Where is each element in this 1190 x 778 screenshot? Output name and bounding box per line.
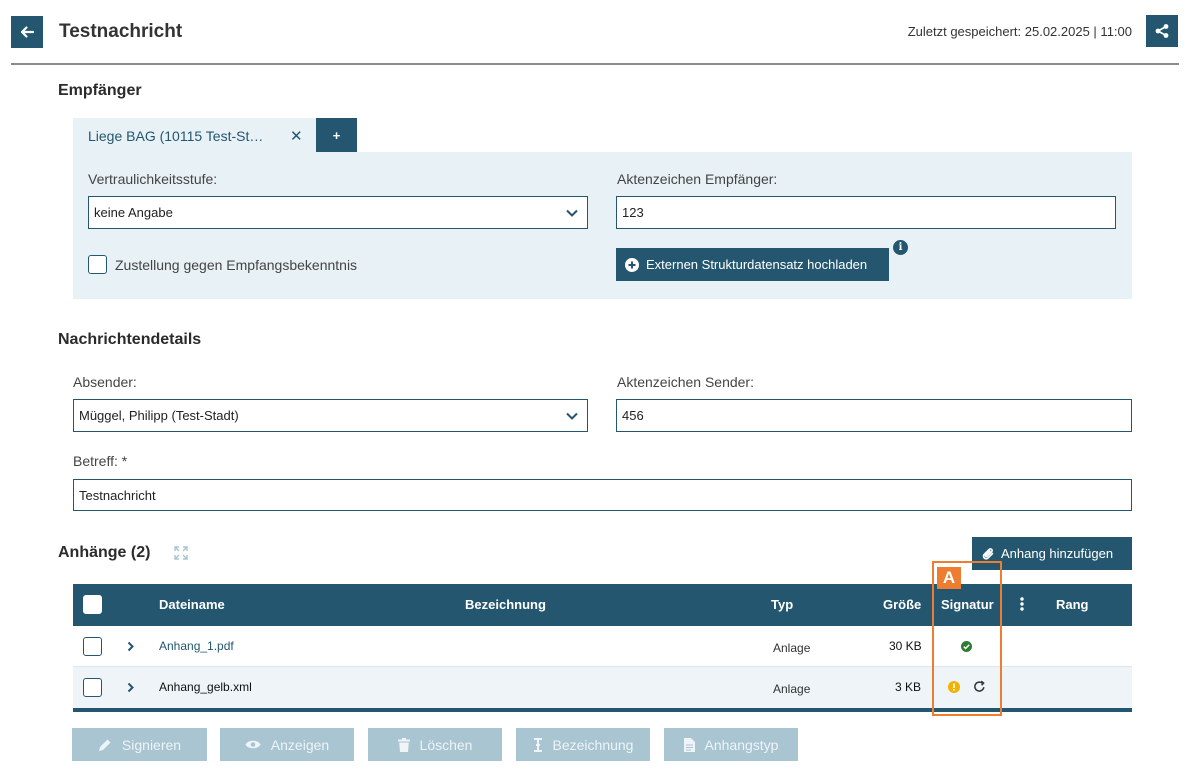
view-button-label: Anzeigen: [270, 736, 330, 753]
chevron-right-icon[interactable]: [127, 682, 135, 693]
attachment-type-button[interactable]: Anhangstyp: [664, 728, 798, 761]
row-checkbox[interactable]: [83, 678, 102, 697]
sender-file-ref-label: Aktenzeichen Sender:: [617, 374, 754, 390]
arrow-left-icon: [20, 26, 35, 38]
confidentiality-value: keine Angabe: [94, 205, 173, 220]
delivery-receipt-label: Zustellung gegen Empfangsbekenntnis: [115, 257, 358, 273]
eye-icon: [245, 740, 261, 749]
header-divider: [11, 63, 1179, 65]
attachment-type: Anlage: [773, 682, 811, 696]
recipient-file-ref-input[interactable]: 123: [616, 196, 1116, 229]
add-attachment-label: Anhang hinzufügen: [1001, 546, 1114, 561]
annotation-tag: A: [937, 567, 961, 589]
add-recipient-button[interactable]: +: [316, 118, 357, 153]
recipients-section-title: Empfänger: [58, 82, 142, 99]
attachment-size: 3 KB: [895, 680, 922, 694]
plus-circle-icon: [625, 257, 639, 272]
column-designation[interactable]: Bezeichnung: [465, 597, 546, 612]
attachments-section-title: Anhänge (2): [58, 544, 151, 561]
recipient-tab-label: Liege BAG (10115 Test-St…: [88, 128, 264, 144]
attachment-filename[interactable]: Anhang_1.pdf: [159, 639, 234, 653]
select-all-checkbox[interactable]: [83, 595, 102, 614]
document-icon: [683, 737, 695, 752]
paperclip-icon: [982, 547, 994, 560]
sign-button[interactable]: Signieren: [72, 728, 207, 761]
sender-value: Müggel, Philipp (Test-Stadt): [79, 408, 239, 423]
delete-button-label: Löschen: [419, 736, 473, 753]
upload-structured-data-button[interactable]: Externen Strukturdatensatz hochladen: [616, 248, 889, 281]
view-button[interactable]: Anzeigen: [220, 728, 354, 761]
column-size[interactable]: Größe: [883, 597, 921, 612]
chevron-right-icon[interactable]: [127, 641, 135, 652]
recipient-file-ref-label: Aktenzeichen Empfänger:: [617, 171, 778, 187]
sender-label: Absender:: [73, 374, 137, 390]
trash-icon: [397, 737, 410, 752]
details-section-title: Nachrichtendetails: [58, 331, 202, 348]
back-button[interactable]: [11, 16, 43, 48]
pencil-icon: [98, 739, 111, 751]
designation-button-label: Bezeichnung: [552, 736, 634, 753]
last-saved-status: Zuletzt gespeichert: 25.02.2025 | 11:00: [907, 24, 1132, 39]
delete-button[interactable]: Löschen: [368, 728, 502, 761]
subject-label: Betreff: *: [73, 453, 128, 469]
page-title: Testnachricht: [59, 21, 183, 42]
sender-file-ref-input[interactable]: 456: [616, 399, 1132, 432]
sign-button-label: Signieren: [121, 736, 182, 753]
kebab-menu-icon[interactable]: [1020, 597, 1024, 611]
subject-input[interactable]: Testnachricht: [73, 479, 1132, 511]
delivery-receipt-checkbox[interactable]: [88, 255, 107, 274]
attachment-size: 30 KB: [889, 639, 922, 653]
column-filename[interactable]: Dateiname: [159, 597, 225, 612]
column-type[interactable]: Typ: [771, 597, 793, 612]
share-button[interactable]: [1146, 15, 1178, 47]
column-rank[interactable]: Rang: [1056, 597, 1089, 612]
sender-select[interactable]: Müggel, Philipp (Test-Stadt): [73, 399, 588, 432]
confidentiality-label: Vertraulichkeitsstufe:: [88, 171, 218, 187]
attachment-type: Anlage: [773, 641, 811, 655]
info-icon[interactable]: i: [893, 240, 908, 255]
designation-button[interactable]: Bezeichnung: [516, 728, 650, 761]
remove-recipient-icon[interactable]: ✕: [290, 127, 303, 145]
chevron-down-icon: [566, 209, 578, 217]
text-cursor-icon: [533, 737, 542, 752]
chevron-down-icon: [566, 412, 578, 420]
row-checkbox[interactable]: [83, 637, 102, 656]
attachment-type-button-label: Anhangstyp: [704, 736, 779, 753]
upload-structured-data-label: Externen Strukturdatensatz hochladen: [646, 257, 868, 272]
share-icon: [1155, 24, 1169, 38]
confidentiality-select[interactable]: keine Angabe: [88, 196, 588, 229]
attachment-filename[interactable]: Anhang_gelb.xml: [159, 680, 252, 694]
recipient-tab[interactable]: Liege BAG (10115 Test-St… ✕: [73, 118, 316, 154]
expand-icon[interactable]: [174, 546, 188, 560]
